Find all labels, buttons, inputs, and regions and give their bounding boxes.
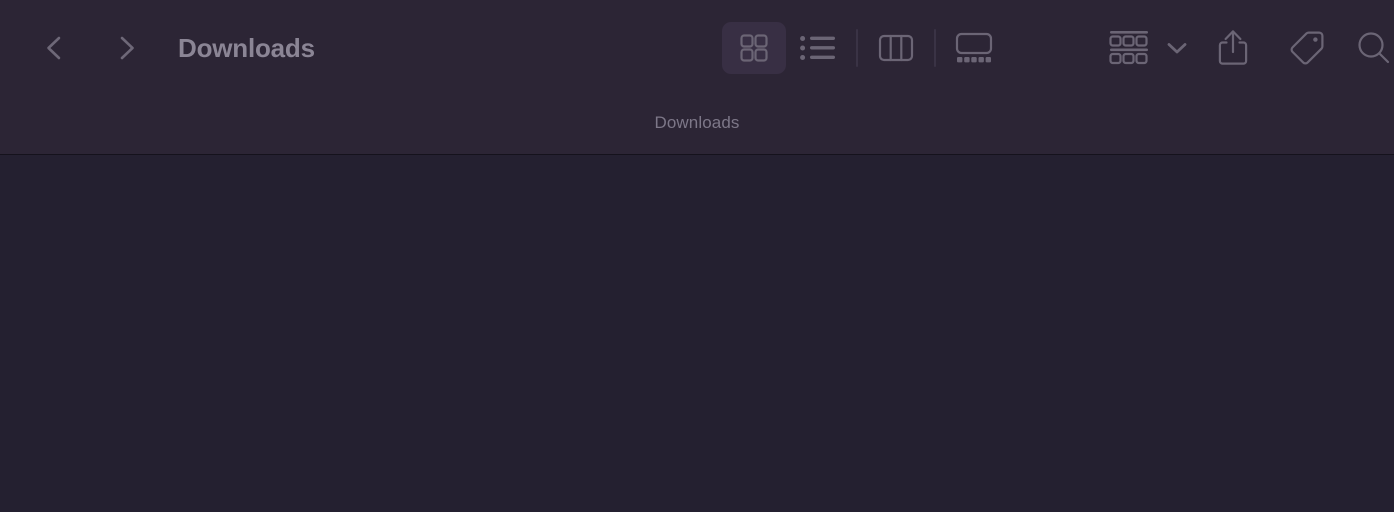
- finder-window: Downloads Downloads: [0, 0, 1394, 512]
- search-button[interactable]: [1344, 22, 1394, 74]
- grid-view-icon: [740, 34, 768, 62]
- tag-icon: [1290, 31, 1324, 65]
- toolbar-divider-1: [856, 29, 858, 67]
- window-subtitle: Downloads: [654, 113, 740, 132]
- view-button-list[interactable]: [786, 22, 850, 74]
- view-button-gallery[interactable]: [942, 22, 1006, 74]
- forward-button[interactable]: [105, 27, 147, 69]
- share-button[interactable]: [1196, 22, 1270, 74]
- gallery-view-icon: [955, 32, 993, 63]
- view-button-column[interactable]: [864, 22, 928, 74]
- back-button[interactable]: [34, 27, 76, 69]
- list-view-icon: [800, 36, 835, 60]
- group-by-button[interactable]: [1100, 22, 1158, 74]
- share-icon: [1218, 30, 1248, 65]
- chevron-down-icon: [1167, 43, 1187, 54]
- toolbar: Downloads Downloads: [0, 0, 1394, 155]
- navigation-group: [34, 27, 147, 69]
- group-menu-button[interactable]: [1158, 22, 1196, 74]
- search-icon: [1358, 32, 1390, 64]
- page-title: Downloads: [178, 32, 315, 63]
- toolbar-divider-2: [934, 29, 936, 67]
- action-group: [1100, 22, 1394, 74]
- view-button-icon[interactable]: [722, 22, 786, 74]
- group-by-icon: [1109, 31, 1148, 65]
- file-browser-content[interactable]: [0, 155, 1394, 512]
- toolbar-row: Downloads: [0, 0, 1394, 96]
- column-view-icon: [878, 34, 914, 62]
- view-switcher: [722, 22, 1006, 74]
- tags-button[interactable]: [1270, 22, 1344, 74]
